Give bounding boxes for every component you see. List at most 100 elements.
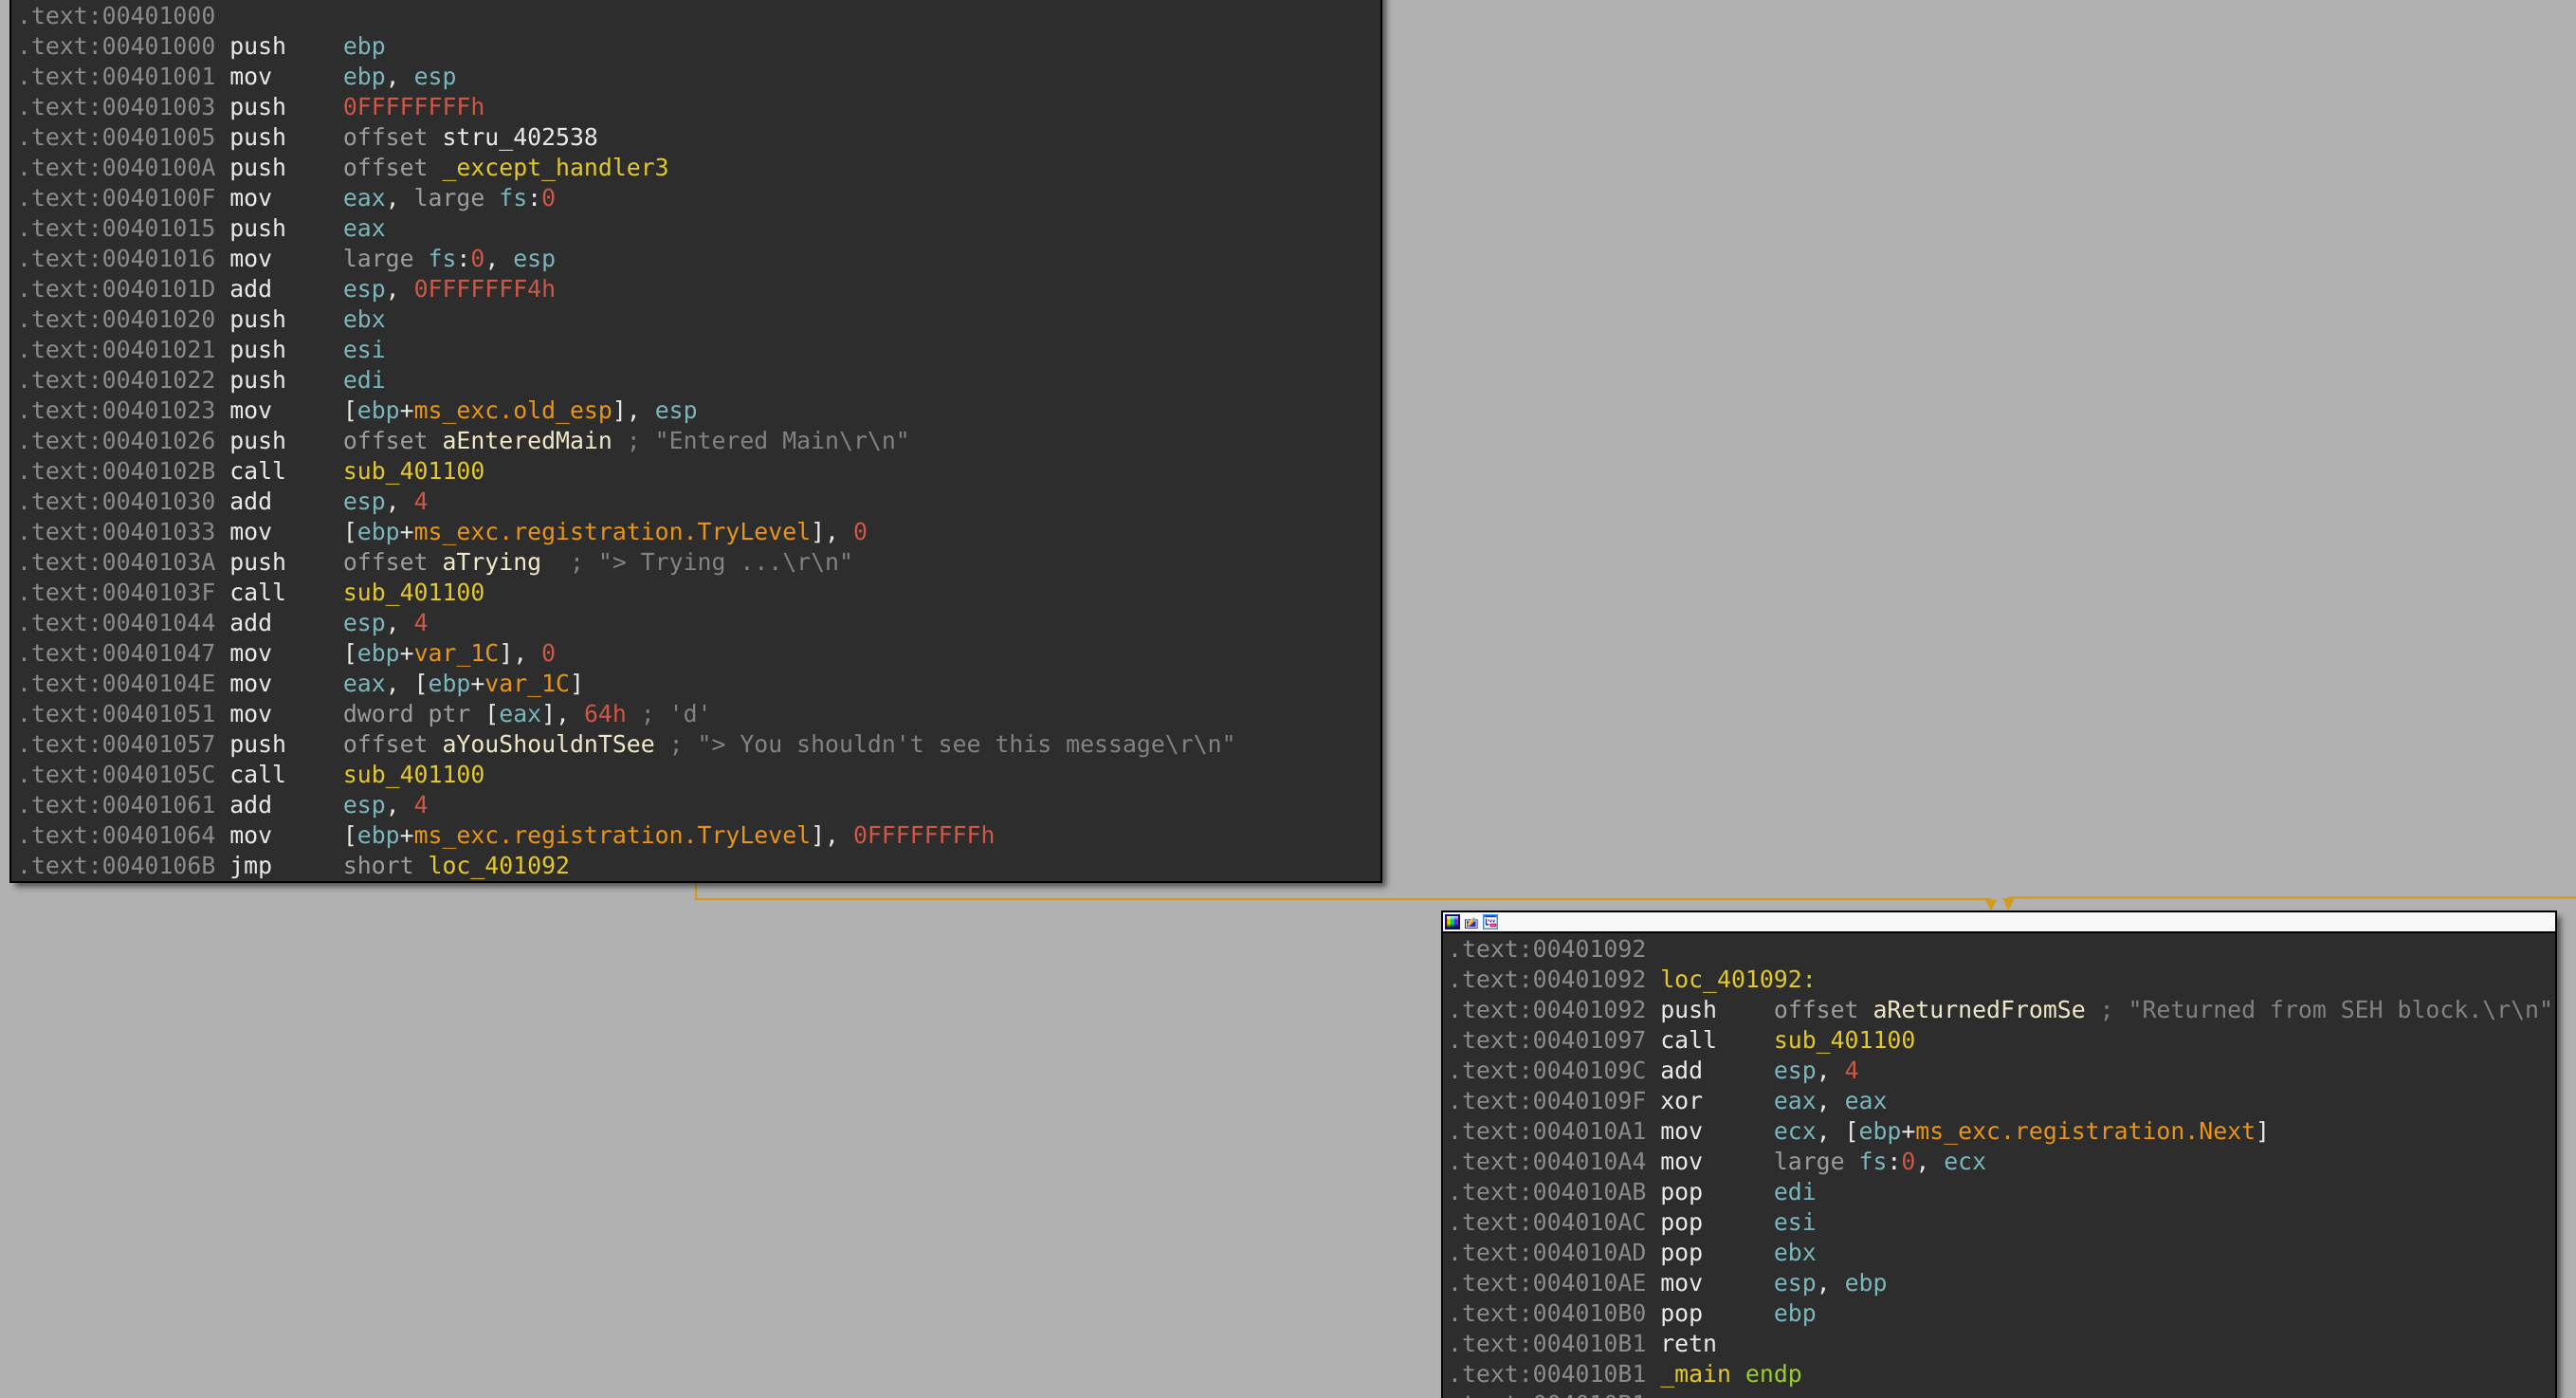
asm-token-addr: .text:00401092 (1448, 996, 1661, 1023)
asm-token-cmt: ; "> Trying ...\r\n" (570, 548, 853, 576)
asm-token-mn: mov (1660, 1117, 1774, 1145)
asm-token-addr: .text:004010B1 (1448, 1390, 1646, 1398)
asm-line[interactable]: .text:0040102B call sub_401100 (17, 456, 1380, 487)
asm-line[interactable]: .text:0040106B jmp short loc_401092 (17, 851, 1380, 881)
asm-line[interactable]: .text:0040103A push offset aTrying ; "> … (17, 547, 1380, 578)
asm-token-addr: .text:0040109F (1448, 1087, 1661, 1114)
asm-line[interactable]: .text:00401092 loc_401092: (1448, 965, 2555, 995)
asm-line[interactable]: .text:00401001 mov ebp, esp (17, 62, 1380, 92)
asm-line[interactable]: .text:004010B1 (1448, 1389, 2555, 1398)
asm-token-reg: ebp (356, 821, 400, 849)
asm-token-reg: ebp (1773, 1299, 1817, 1327)
asm-token-mem: ms_exc.registration.TryLevel (413, 518, 812, 545)
asm-token-addr: .text:00401044 (17, 609, 230, 636)
asm-line[interactable]: .text:00401092 push offset aReturnedFrom… (1448, 995, 2555, 1025)
asm-line[interactable]: .text:0040109F xor eax, eax (1448, 1086, 2555, 1116)
asm-line[interactable]: .text:0040100F mov eax, large fs:0 (17, 183, 1380, 213)
asm-line[interactable]: .text:00401023 mov [ebp+ms_exc.old_esp],… (17, 395, 1380, 426)
asm-line[interactable]: .text:004010B0 pop ebp (1448, 1298, 2555, 1329)
asm-line[interactable]: .text:00401026 push offset aEnteredMain … (17, 426, 1380, 456)
asm-token-mn: push (229, 336, 343, 363)
asm-token-mn: push (229, 305, 343, 333)
asm-token-addr: .text:0040109C (1448, 1057, 1661, 1084)
asm-token-pl: : (1887, 1148, 1902, 1175)
asm-line[interactable]: .text:004010A1 mov ecx, [ebp+ms_exc.regi… (1448, 1116, 2555, 1147)
asm-line[interactable]: .text:00401047 mov [ebp+var_1C], 0 (17, 638, 1380, 669)
asm-line[interactable]: .text:00401044 add esp, 4 (17, 608, 1380, 638)
asm-line[interactable]: .text:00401016 mov large fs:0, esp (17, 244, 1380, 274)
asm-line[interactable]: .text:004010AD pop ebx (1448, 1238, 2555, 1268)
asm-token-addr: .text:004010B1 (1448, 1360, 1661, 1388)
asm-token-mn: mov (229, 245, 343, 272)
asm-token-mn: add (229, 609, 343, 636)
asm-token-reg: fs (428, 245, 457, 272)
asm-token-addr: .text:00401097 (1448, 1026, 1661, 1054)
asm-token-name: loc_401092: (1660, 966, 1817, 993)
asm-line[interactable]: .text:00401033 mov [ebp+ms_exc.registrat… (17, 517, 1380, 547)
asm-line[interactable]: .text:00401057 push offset aYouShouldnTS… (17, 729, 1380, 760)
asm-line[interactable]: .text:00401020 push ebx (17, 304, 1380, 335)
asm-line[interactable]: .text:00401005 push offset stru_402538 (17, 122, 1380, 153)
asm-token-addr: .text:00401030 (17, 487, 230, 515)
asm-token-num: 0 (541, 184, 557, 212)
asm-token-mn: push (229, 32, 343, 60)
asm-token-reg: esp (1773, 1269, 1817, 1297)
basic-block-node-00401092[interactable]: .text:00401092 .text:00401092 loc_401092:… (1441, 911, 2557, 1398)
asm-token-mn: pop (1660, 1299, 1774, 1327)
asm-line[interactable]: .text:00401021 push esi (17, 335, 1380, 365)
asm-token-addr: .text:004010A4 (1448, 1148, 1661, 1175)
asm-line[interactable]: .text:004010AC pop esi (1448, 1207, 2555, 1238)
asm-line[interactable]: .text:004010B1 _main endp (1448, 1359, 2555, 1389)
asm-token-num: 4 (413, 609, 429, 636)
edit-node-icon[interactable] (1464, 914, 1479, 929)
asm-token-addr: .text:00401005 (17, 123, 230, 151)
asm-token-pl: , (385, 275, 414, 303)
group-node-icon[interactable] (1483, 914, 1498, 929)
asm-token-pl (2086, 996, 2100, 1023)
set-node-color-icon[interactable] (1445, 914, 1460, 929)
asm-line[interactable]: .text:00401015 push eax (17, 213, 1380, 244)
node2-titlebar[interactable] (1443, 912, 2555, 933)
asm-token-name: loc_401092 (428, 852, 570, 879)
asm-token-reg: ebx (342, 305, 386, 333)
asm-token-num: 4 (413, 487, 429, 515)
asm-line[interactable]: .text:00401000 push ebp (17, 31, 1380, 62)
asm-line[interactable]: .text:0040101D add esp, 0FFFFFFF4h (17, 274, 1380, 304)
asm-line[interactable]: .text:00401000 (17, 1, 1380, 31)
graph-canvas[interactable]: .text:00401000 .text:00401000 push ebp .te… (0, 0, 2576, 1398)
asm-line[interactable]: .text:0040103F call sub_401100 (17, 578, 1380, 608)
asm-token-cmt: ; "Returned from SEH block.\r\n" (2099, 996, 2553, 1023)
asm-token-mn: push (229, 93, 343, 120)
asm-token-pl: : (527, 184, 542, 212)
asm-token-reg: ebp (342, 32, 386, 60)
asm-line[interactable]: .text:0040109C add esp, 4 (1448, 1056, 2555, 1086)
asm-line[interactable]: .text:00401030 add esp, 4 (17, 487, 1380, 517)
asm-token-mem: var_1C (413, 639, 500, 667)
asm-token-addr: .text:00401057 (17, 730, 230, 758)
basic-block-node-00401000[interactable]: .text:00401000 .text:00401000 push ebp .te… (9, 0, 1382, 883)
asm-line[interactable]: .text:00401061 add esp, 4 (17, 790, 1380, 820)
node2-code-listing: .text:00401092 .text:00401092 loc_401092:… (1443, 933, 2555, 1398)
asm-line[interactable]: .text:00401097 call sub_401100 (1448, 1025, 2555, 1056)
asm-token-addr: .text:00401092 (1448, 935, 1647, 963)
asm-line[interactable]: .text:004010A4 mov large fs:0, ecx (1448, 1147, 2555, 1177)
asm-line[interactable]: .text:00401022 push edi (17, 365, 1380, 395)
asm-line[interactable]: .text:0040100A push offset _except_handl… (17, 153, 1380, 183)
asm-line[interactable]: .text:00401092 (1448, 934, 2555, 965)
asm-token-pl: stru_402538 (442, 123, 598, 151)
asm-token-pl: , (484, 245, 514, 272)
asm-line[interactable]: .text:00401064 mov [ebp+ms_exc.registrat… (17, 820, 1380, 851)
asm-token-addr: .text:00401015 (17, 214, 230, 242)
asm-token-pl: ], (612, 396, 655, 424)
asm-token-num: 4 (1844, 1057, 1859, 1084)
asm-line[interactable]: .text:00401051 mov dword ptr [eax], 64h … (17, 699, 1380, 729)
asm-token-pl (612, 427, 627, 454)
asm-line[interactable]: .text:004010AE mov esp, ebp (1448, 1268, 2555, 1298)
asm-line[interactable]: .text:004010B1 retn (1448, 1329, 2555, 1359)
asm-line[interactable]: .text:00401003 push 0FFFFFFFFh (17, 92, 1380, 122)
asm-line[interactable]: .text:0040104E mov eax, [ebp+var_1C] (17, 669, 1380, 699)
asm-token-pl (1731, 1360, 1745, 1388)
asm-line[interactable]: .text:004010AB pop edi (1448, 1177, 2555, 1207)
asm-line[interactable]: .text:0040105C call sub_401100 (17, 760, 1380, 790)
edge-incoming-arrow-icon (2002, 897, 2015, 911)
